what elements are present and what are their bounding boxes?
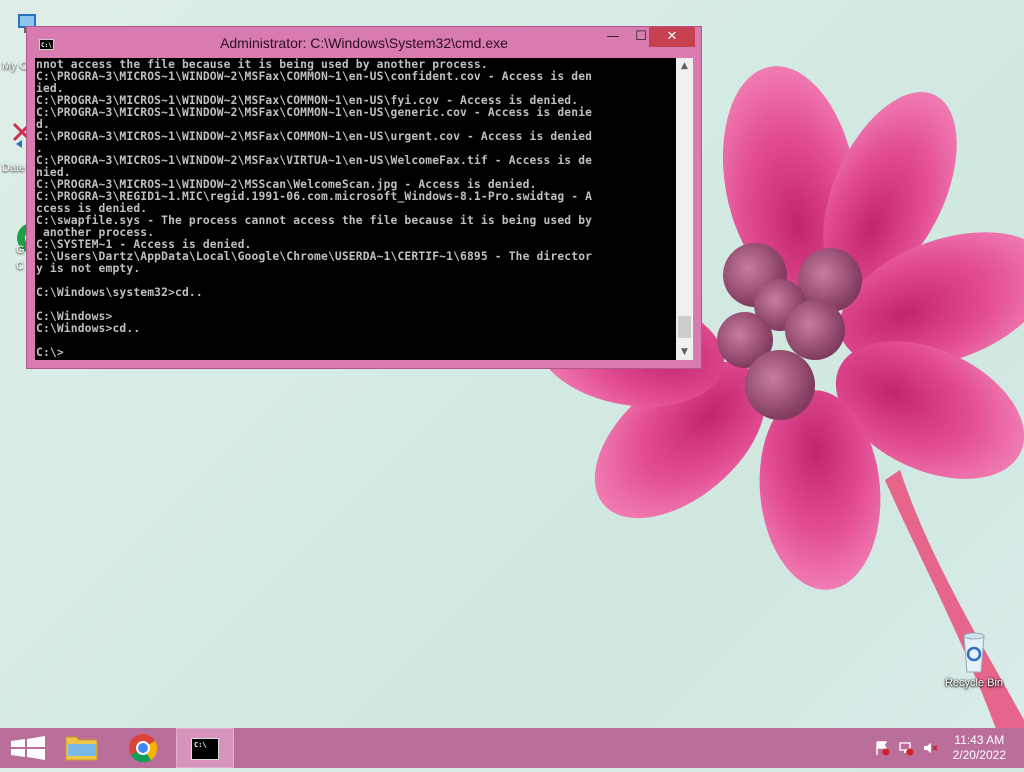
desktop-icon-label: Recycle Bin — [944, 677, 1004, 689]
desktop-icon-label: Date — [2, 162, 26, 174]
start-button[interactable] — [0, 728, 56, 768]
taskbar-command-prompt[interactable]: C:\ — [176, 728, 234, 768]
minimize-button[interactable]: — — [599, 27, 627, 47]
clock-date: 2/20/2022 — [952, 748, 1006, 762]
desktop-icon-label: My C — [2, 60, 28, 72]
chrome-icon — [129, 734, 158, 763]
folder-icon — [65, 736, 98, 761]
volume-muted-icon[interactable] — [922, 740, 938, 756]
taskbar: C:\ 11:43 AM 2/20/2022 — [0, 728, 1024, 768]
window-titlebar[interactable]: C:\ Administrator: C:\Windows\System32\c… — [27, 27, 701, 57]
console-output[interactable]: nnot access the file because it is being… — [35, 58, 676, 360]
network-icon[interactable] — [898, 740, 914, 756]
clock-time: 11:43 AM — [954, 733, 1005, 747]
console-text: nnot access the file because it is being… — [36, 58, 593, 359]
action-center-flag-icon[interactable] — [874, 740, 890, 756]
windows-logo-icon — [11, 736, 45, 760]
cmd-icon-label: C:\ — [194, 741, 207, 749]
scroll-up-icon[interactable]: ▲ — [676, 58, 693, 74]
cmd-icon: C:\ — [191, 738, 219, 760]
taskbar-chrome[interactable] — [115, 728, 171, 768]
desktop-icon-label: G C — [16, 244, 25, 272]
desktop-icon-recycle-bin[interactable]: Recycle Bin — [944, 630, 1004, 689]
taskbar-clock[interactable]: 11:43 AM 2/20/2022 — [953, 733, 1006, 763]
scroll-thumb[interactable] — [678, 316, 691, 338]
taskbar-file-explorer[interactable] — [54, 728, 110, 768]
close-button[interactable]: ✕ — [649, 27, 695, 47]
cmd-window[interactable]: C:\ Administrator: C:\Windows\System32\c… — [26, 26, 702, 369]
recycle-bin-icon — [963, 632, 985, 673]
scroll-down-icon[interactable]: ▼ — [676, 344, 693, 360]
vertical-scrollbar[interactable]: ▲ ▼ — [676, 58, 693, 360]
